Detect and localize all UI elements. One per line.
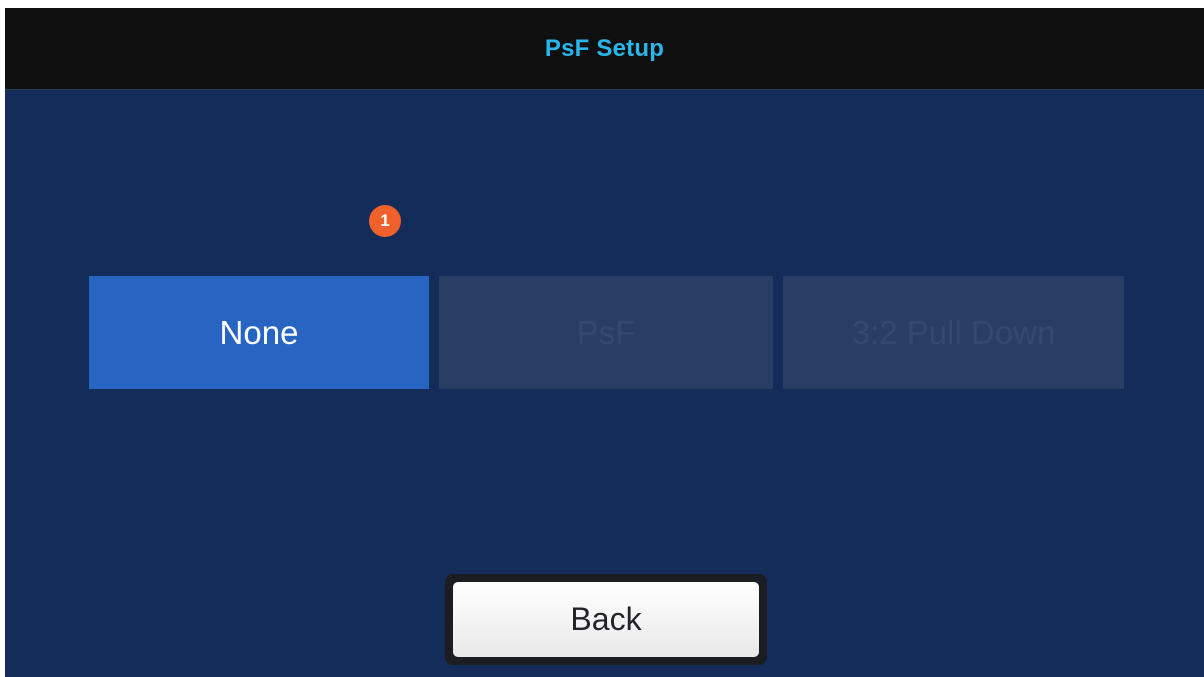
option-none-button[interactable]: None	[89, 276, 429, 389]
psf-setup-screen: PsF Setup 1 None PsF 3:2 Pull Down Back	[5, 8, 1204, 677]
option-psf-button[interactable]: PsF	[439, 276, 773, 389]
option-3-2-pull-down-button[interactable]: 3:2 Pull Down	[783, 276, 1124, 389]
title-bar: PsF Setup	[5, 8, 1204, 90]
back-button-frame: Back	[445, 574, 767, 665]
page-title: PsF Setup	[544, 34, 665, 62]
back-button[interactable]: Back	[453, 582, 759, 657]
step-number-badge: 1	[369, 205, 401, 237]
